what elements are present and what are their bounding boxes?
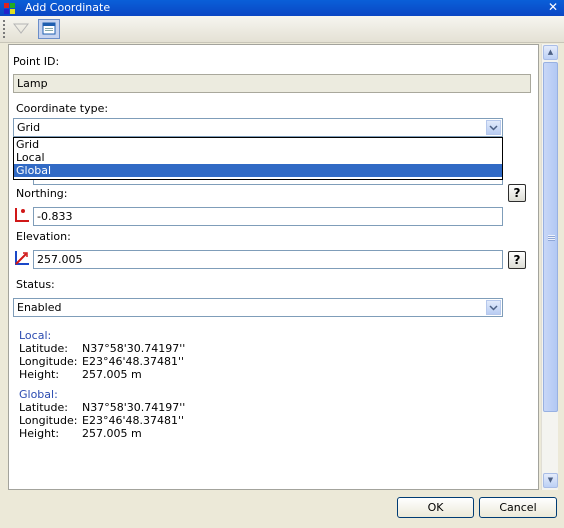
local-height-label: Height:: [19, 368, 60, 381]
status-value: Enabled: [17, 301, 62, 314]
global-longitude-label: Longitude:: [19, 414, 78, 427]
form-panel: Point ID: Lamp Coordinate type: Grid Gri…: [8, 44, 539, 490]
dropdown-item-grid[interactable]: Grid: [14, 138, 502, 151]
elevation-field[interactable]: 257.005: [33, 250, 503, 269]
status-label: Status:: [16, 278, 55, 291]
elevation-axis-icon: [15, 251, 29, 265]
coordinate-type-label: Coordinate type:: [16, 102, 109, 115]
close-icon[interactable]: ✕: [548, 0, 558, 15]
global-longitude-value: E23°46'48.37481'': [82, 414, 185, 427]
toolbar: [0, 16, 564, 43]
global-latitude-label: Latitude:: [19, 401, 68, 414]
coordinate-type-value: Grid: [17, 121, 41, 134]
status-select[interactable]: Enabled: [13, 298, 503, 317]
coordinate-type-dropdown: Grid Local Global: [13, 137, 503, 180]
chevron-down-icon[interactable]: [486, 300, 501, 315]
northing-field[interactable]: -0.833: [33, 207, 503, 226]
filter-icon[interactable]: [10, 19, 32, 39]
elevation-help-button[interactable]: ?: [508, 251, 526, 269]
northing-help-button[interactable]: ?: [508, 184, 526, 202]
local-latitude-label: Latitude:: [19, 342, 68, 355]
point-id-value: Lamp: [17, 77, 48, 90]
chevron-down-icon[interactable]: [486, 120, 501, 135]
global-heading: Global:: [19, 388, 58, 401]
global-height-value: 257.005 m: [82, 427, 142, 440]
scroll-down-icon[interactable]: ▼: [543, 473, 558, 488]
scroll-up-icon[interactable]: ▲: [543, 45, 558, 60]
local-longitude-value: E23°46'48.37481'': [82, 355, 185, 368]
local-latitude-value: N37°58'30.74197'': [82, 342, 186, 355]
window-view-button[interactable]: [38, 19, 60, 39]
northing-label: Northing:: [16, 187, 68, 200]
local-heading: Local:: [19, 329, 52, 342]
toolbar-grip[interactable]: [3, 20, 5, 38]
elevation-value: 257.005: [37, 253, 83, 266]
cancel-button[interactable]: Cancel: [479, 497, 557, 518]
dropdown-item-global[interactable]: Global: [14, 164, 502, 177]
point-id-field: Lamp: [13, 74, 531, 93]
local-info: Local: Latitude: N37°58'30.74197'' Longit…: [19, 329, 319, 381]
point-id-label: Point ID:: [13, 55, 60, 68]
app-icon: [4, 3, 15, 14]
global-latitude-value: N37°58'30.74197'': [82, 401, 186, 414]
dropdown-item-local[interactable]: Local: [14, 151, 502, 164]
global-height-label: Height:: [19, 427, 60, 440]
northing-axis-icon: [15, 208, 29, 222]
coordinate-type-select[interactable]: Grid: [13, 118, 503, 137]
local-height-value: 257.005 m: [82, 368, 142, 381]
thumb-grip: [548, 235, 555, 241]
title-bar: Add Coordinate ✕: [0, 0, 564, 16]
vertical-scrollbar[interactable]: ▲ ▼: [541, 44, 558, 490]
elevation-label: Elevation:: [16, 230, 71, 243]
global-info: Global: Latitude: N37°58'30.74197'' Longi…: [19, 388, 319, 440]
northing-value: -0.833: [37, 210, 73, 223]
local-longitude-label: Longitude:: [19, 355, 78, 368]
window-title: Add Coordinate: [25, 1, 111, 14]
scroll-thumb[interactable]: [543, 62, 558, 412]
window-icon: [42, 22, 56, 35]
ok-button[interactable]: OK: [397, 497, 474, 518]
